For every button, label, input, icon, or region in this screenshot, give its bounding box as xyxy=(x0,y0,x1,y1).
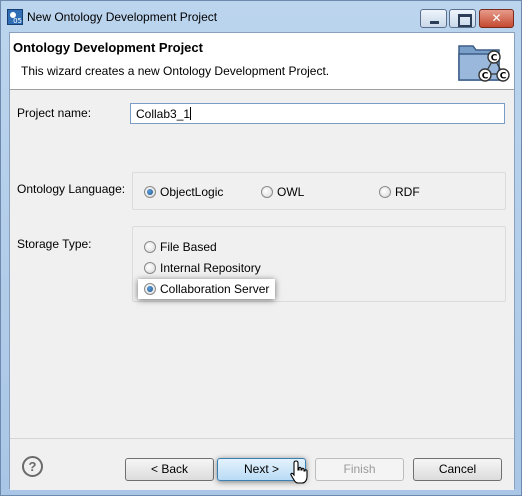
minimize-icon xyxy=(421,10,446,27)
window-title: New Ontology Development Project xyxy=(27,10,218,24)
radio-collaboration-server[interactable]: Collaboration Server xyxy=(138,279,276,299)
title-bar: New Ontology Development Project xyxy=(1,1,521,33)
cancel-button[interactable]: Cancel xyxy=(413,458,502,481)
help-icon: ? xyxy=(28,459,37,474)
radio-owl[interactable]: OWL xyxy=(261,185,304,199)
app-icon xyxy=(7,9,23,25)
wizard-client-area: Ontology Development Project This wizard… xyxy=(9,32,515,490)
maximize-icon xyxy=(450,10,475,27)
radio-file-based[interactable]: File Based xyxy=(144,240,217,254)
close-button[interactable] xyxy=(479,9,514,28)
minimize-button[interactable] xyxy=(420,9,447,28)
wizard-body: Project name: Collab3_1 Ontology Languag… xyxy=(10,90,514,490)
wizard-banner: Ontology Development Project This wizard… xyxy=(10,33,514,90)
storage-type-group: File Based Internal Repository Collabora… xyxy=(132,226,506,302)
mouse-pointer-icon xyxy=(290,460,308,484)
project-name-input[interactable]: Collab3_1 xyxy=(130,103,505,124)
text-caret xyxy=(190,107,192,120)
svg-text:C: C xyxy=(491,54,498,64)
svg-text:C: C xyxy=(482,72,489,82)
maximize-button[interactable] xyxy=(449,9,476,28)
project-name-label: Project name: xyxy=(17,106,92,120)
project-name-value: Collab3_1 xyxy=(136,107,191,121)
wizard-window: New Ontology Development Project Ontolog… xyxy=(0,0,522,496)
ontology-language-group: ObjectLogic OWL RDF xyxy=(132,172,506,210)
banner-description: This wizard creates a new Ontology Devel… xyxy=(21,64,330,78)
button-bar-separator xyxy=(10,438,514,439)
radio-checked-icon xyxy=(144,186,156,198)
close-icon xyxy=(480,10,513,27)
radio-unchecked-icon xyxy=(144,241,156,253)
radio-owl-label: OWL xyxy=(277,185,305,199)
radio-file-based-label: File Based xyxy=(160,240,217,254)
ontology-language-label: Ontology Language: xyxy=(17,182,126,196)
radio-objectlogic-label: ObjectLogic xyxy=(160,185,224,199)
radio-objectlogic[interactable]: ObjectLogic xyxy=(144,185,223,199)
radio-checked-icon xyxy=(144,283,156,295)
radio-rdf[interactable]: RDF xyxy=(379,185,420,199)
radio-unchecked-icon xyxy=(144,262,156,274)
svg-text:C: C xyxy=(500,72,507,82)
radio-unchecked-icon xyxy=(261,186,273,198)
radio-rdf-label: RDF xyxy=(395,185,420,199)
radio-internal-repository-label: Internal Repository xyxy=(160,261,261,275)
banner-title: Ontology Development Project xyxy=(13,40,203,55)
radio-internal-repository[interactable]: Internal Repository xyxy=(144,261,261,275)
radio-unchecked-icon xyxy=(379,186,391,198)
storage-type-label: Storage Type: xyxy=(17,237,92,251)
finish-button[interactable]: Finish xyxy=(315,458,404,481)
help-button[interactable]: ? xyxy=(22,456,43,477)
radio-collaboration-server-label: Collaboration Server xyxy=(160,282,270,296)
ontology-project-icon: C C C xyxy=(458,45,510,82)
back-button[interactable]: < Back xyxy=(125,458,214,481)
